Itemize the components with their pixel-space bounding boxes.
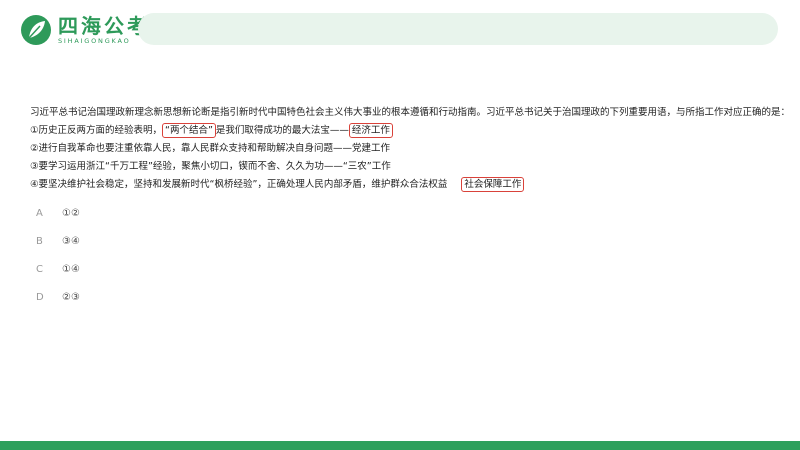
statement-2: ②进行自我革命也要注重依靠人民，靠人民群众支持和帮助解决自身问题——党建工作 [30, 143, 391, 154]
option-letter: B [36, 235, 43, 247]
statement-1-mid: 是我们取得成功的最大法宝—— [215, 125, 349, 136]
answer-options: A ①② B ③④ C ①④ D ②③ [36, 199, 80, 311]
statement-4-pre: ④要坚决维护社会稳定，坚持和发展新时代“枫桥经验”，正确处理人民内部矛盾，维护群… [30, 179, 448, 190]
option-d[interactable]: D ②③ [36, 283, 80, 311]
header: 四海公考 SIHAIGONGKAO [0, 0, 800, 60]
logo-title: 四海公考 [58, 13, 150, 38]
option-text: ②③ [62, 291, 80, 303]
option-c[interactable]: C ①④ [36, 255, 80, 283]
statement-1: ①历史正反两方面的经验表明， “两个结合” 是我们取得成功的最大法宝—— 经济工作 [30, 122, 780, 140]
statement-4: ④要坚决维护社会稳定，坚持和发展新时代“枫桥经验”，正确处理人民内部矛盾，维护群… [30, 176, 780, 194]
option-a[interactable]: A ①② [36, 199, 80, 227]
option-letter: C [36, 263, 43, 275]
option-text: ③④ [62, 235, 80, 247]
question-stem: 习近平总书记治国理政新理念新思想新论断是指引新时代中国特色社会主义伟大事业的根本… [30, 107, 791, 118]
header-bar [138, 13, 778, 45]
footer-bar [0, 441, 800, 450]
logo: 四海公考 SIHAIGONGKAO [20, 12, 150, 48]
option-text: ①④ [62, 263, 80, 275]
logo-subtitle: SIHAIGONGKAO [58, 36, 131, 45]
option-b[interactable]: B ③④ [36, 227, 80, 255]
option-text: ①② [62, 207, 80, 219]
option-letter: D [36, 291, 44, 303]
statement-1-answer: 经济工作 [348, 123, 393, 138]
statement-3: ③要学习运用浙江“千万工程”经验，聚焦小切口，锲而不舍、久久为功——“三农”工作 [30, 161, 391, 172]
statement-4-answer: 社会保障工作 [461, 177, 525, 192]
question: 习近平总书记治国理政新理念新思想新论断是指引新时代中国特色社会主义伟大事业的根本… [30, 104, 791, 194]
option-letter: A [36, 207, 43, 219]
leaf-logo-icon [21, 15, 51, 45]
statement-1-boxed-term: “两个结合” [162, 123, 216, 138]
statement-1-pre: ①历史正反两方面的经验表明， [30, 125, 163, 136]
